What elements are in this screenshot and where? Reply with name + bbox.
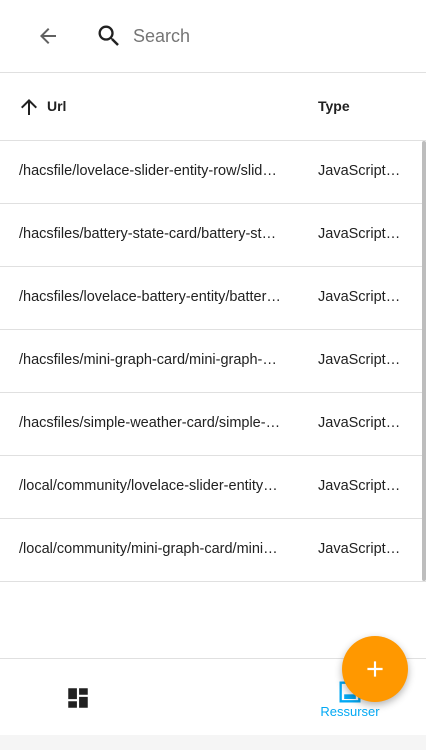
nav-resources-label: Ressurser xyxy=(320,704,380,719)
arrow-up-icon[interactable] xyxy=(17,95,41,119)
row-url: /hacsfiles/lovelace-battery-entity/batte… xyxy=(19,289,281,305)
resource-list: /hacsfile/lovelace-slider-entity-row/sli… xyxy=(0,141,426,582)
row-type: JavaScript-modul xyxy=(318,352,405,368)
row-type: JavaScript-modul xyxy=(318,478,405,494)
row-url: /hacsfile/lovelace-slider-entity-row/sli… xyxy=(19,163,281,179)
dashboard-icon xyxy=(68,688,88,708)
row-url: /local/community/lovelace-slider-entity-… xyxy=(19,478,281,494)
row-url: /hacsfiles/battery-state-card/battery-st… xyxy=(19,226,281,242)
row-url: /local/community/mini-graph-card/mini-gr… xyxy=(19,541,281,557)
table-row[interactable]: /hacsfiles/lovelace-battery-entity/batte… xyxy=(0,267,426,330)
table-row[interactable]: /hacsfile/lovelace-slider-entity-row/sli… xyxy=(0,141,426,204)
row-type: JavaScript-modul xyxy=(318,415,405,431)
row-type: JavaScript-modul xyxy=(318,226,405,242)
column-header-type[interactable]: Type xyxy=(318,98,350,114)
add-resource-button[interactable] xyxy=(342,636,408,702)
scrollbar[interactable] xyxy=(422,141,426,581)
magnifier-icon xyxy=(98,25,119,46)
search-input[interactable] xyxy=(133,20,403,52)
column-header-url[interactable]: Url xyxy=(47,98,66,114)
system-navigation-bar xyxy=(0,735,426,750)
table-row[interactable]: /hacsfiles/mini-graph-card/mini-graph-ca… xyxy=(0,330,426,393)
row-url: /hacsfiles/mini-graph-card/mini-graph-ca… xyxy=(19,352,281,368)
table-row[interactable]: /hacsfiles/simple-weather-card/simple-we… xyxy=(0,393,426,456)
back-button[interactable] xyxy=(28,16,68,56)
arrow-left-icon xyxy=(40,28,56,44)
row-url: /hacsfiles/simple-weather-card/simple-we… xyxy=(19,415,281,431)
row-type: JavaScript-modul xyxy=(318,541,405,557)
table-row[interactable]: /local/community/lovelace-slider-entity-… xyxy=(0,456,426,519)
row-type: JavaScript-modul xyxy=(318,163,405,179)
table-row[interactable]: /hacsfiles/battery-state-card/battery-st… xyxy=(0,204,426,267)
row-type: JavaScript-modul xyxy=(318,289,405,305)
nav-overview-button[interactable] xyxy=(50,670,106,726)
plus-icon xyxy=(367,661,383,677)
table-row[interactable]: /local/community/mini-graph-card/mini-gr… xyxy=(0,519,426,582)
